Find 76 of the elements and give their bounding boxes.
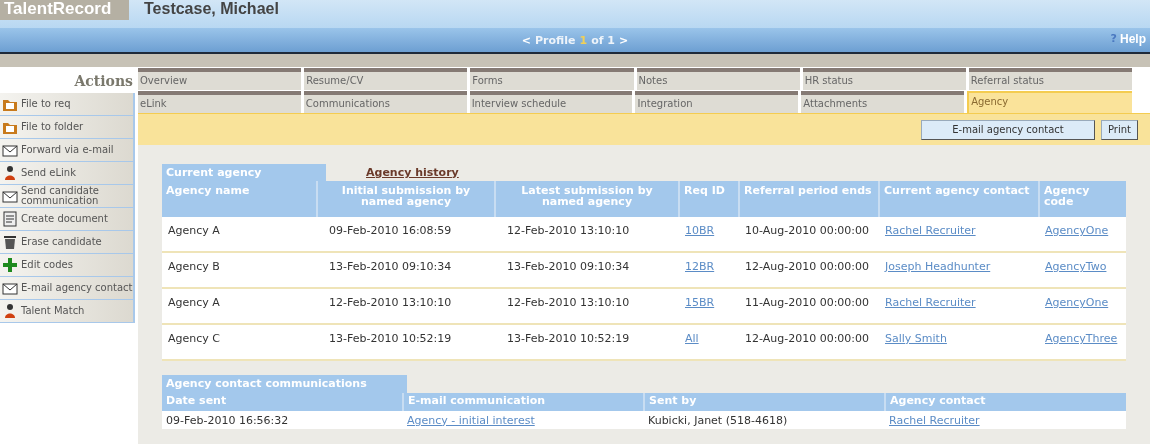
table-cell: 13-Feb-2010 09:10:34: [507, 260, 630, 273]
previous-link[interactable]: <: [521, 33, 532, 47]
table-cell: 09-Feb-2010 16:56:32: [166, 413, 289, 427]
action-item[interactable]: Send eLink: [0, 162, 135, 185]
table-cell: 13-Feb-2010 09:10:34: [329, 260, 452, 273]
trash-icon: [2, 234, 18, 250]
table-cell: Kubicki, Janet (518-4618): [648, 413, 788, 427]
action-item[interactable]: Talent Match: [0, 300, 135, 323]
table-cell: 12-Feb-2010 13:10:10: [507, 224, 630, 237]
column-header: Latest submission by named agency: [495, 181, 679, 217]
table-link[interactable]: All: [685, 332, 699, 345]
table-cell: Agency A: [168, 224, 220, 237]
action-item[interactable]: File to folder: [0, 116, 135, 139]
column-header: Req ID: [679, 181, 739, 217]
action-item[interactable]: E-mail agency contact: [0, 277, 135, 300]
action-item[interactable]: Edit codes: [0, 254, 135, 277]
table-cell: 09-Feb-2010 16:08:59: [329, 224, 452, 237]
email-agency-contact-button[interactable]: E-mail agency contact: [921, 119, 1095, 140]
tab[interactable]: Integration: [635, 91, 799, 113]
column-header: Agency code: [1039, 181, 1126, 217]
tab[interactable]: HR status: [802, 68, 966, 90]
table-cell: 12-Aug-2010 00:00:00: [745, 332, 870, 345]
table-cell: Agency B: [168, 260, 220, 273]
tab[interactable]: Forms: [470, 68, 634, 90]
column-header: E-mail communication: [403, 393, 644, 411]
column-header: Agency name: [162, 181, 317, 217]
pager-current: 1: [579, 33, 588, 47]
column-header: Date sent: [162, 393, 403, 411]
table-link[interactable]: 12BR: [685, 260, 715, 273]
pager-label: Profile: [535, 33, 576, 47]
actions-title: Actions: [73, 72, 134, 91]
table-cell: 10-Aug-2010 00:00:00: [745, 224, 870, 237]
candidate-name: Testcase, Michael: [144, 0, 279, 18]
column-header: Referral period ends: [739, 181, 879, 217]
tab[interactable]: Agency: [967, 91, 1132, 113]
column-header: Initial submission by named agency: [317, 181, 495, 217]
tab[interactable]: Notes: [636, 68, 800, 90]
section-tab[interactable]: Agency history: [366, 164, 459, 181]
action-item[interactable]: Forward via e-mail: [0, 139, 135, 162]
envelope-icon: [2, 280, 18, 296]
column-header: Current agency contact: [879, 181, 1039, 217]
table-cell: 13-Feb-2010 10:52:19: [329, 332, 452, 345]
tab[interactable]: Resume/CV: [304, 68, 468, 90]
table-cell: Agency C: [168, 332, 220, 345]
plus-icon: [2, 257, 18, 273]
tab[interactable]: Attachments: [801, 91, 965, 113]
action-item[interactable]: Send candidate communication: [0, 185, 135, 208]
table-cell: 13-Feb-2010 10:52:19: [507, 332, 630, 345]
person-icon: [2, 303, 18, 319]
section-title: Agency contact communications: [162, 375, 407, 393]
tab[interactable]: Referral status: [968, 68, 1133, 90]
print-button[interactable]: Print: [1101, 119, 1138, 140]
table-cell: 12-Feb-2010 13:10:10: [507, 296, 630, 309]
tab[interactable]: eLink: [138, 91, 301, 113]
table-link[interactable]: Sally Smith: [885, 332, 947, 345]
person-icon: [2, 165, 18, 181]
document-icon: [2, 211, 18, 227]
tab[interactable]: Overview: [138, 68, 302, 90]
table-cell: 12-Feb-2010 13:10:10: [329, 296, 452, 309]
table-link[interactable]: 10BR: [685, 224, 715, 237]
table-cell: Agency A: [168, 296, 220, 309]
tab[interactable]: Communications: [303, 91, 467, 113]
envelope-icon: [2, 188, 18, 204]
action-item[interactable]: Erase candidate: [0, 231, 135, 254]
table-cell: 12-Aug-2010 00:00:00: [745, 260, 870, 273]
table-link[interactable]: 15BR: [685, 296, 715, 309]
app-logo: TalentRecord: [0, 0, 129, 20]
column-header: Sent by: [644, 393, 885, 411]
tab[interactable]: Interview schedule: [469, 91, 633, 113]
action-item[interactable]: File to req: [0, 93, 135, 116]
table-cell: 11-Aug-2010 00:00:00: [745, 296, 870, 309]
envelope-icon: [2, 142, 18, 158]
column-header: Agency contact: [885, 393, 1126, 411]
action-item[interactable]: Create document: [0, 208, 135, 231]
pager-total: of 1: [591, 33, 615, 47]
next-link[interactable]: >: [618, 33, 629, 47]
